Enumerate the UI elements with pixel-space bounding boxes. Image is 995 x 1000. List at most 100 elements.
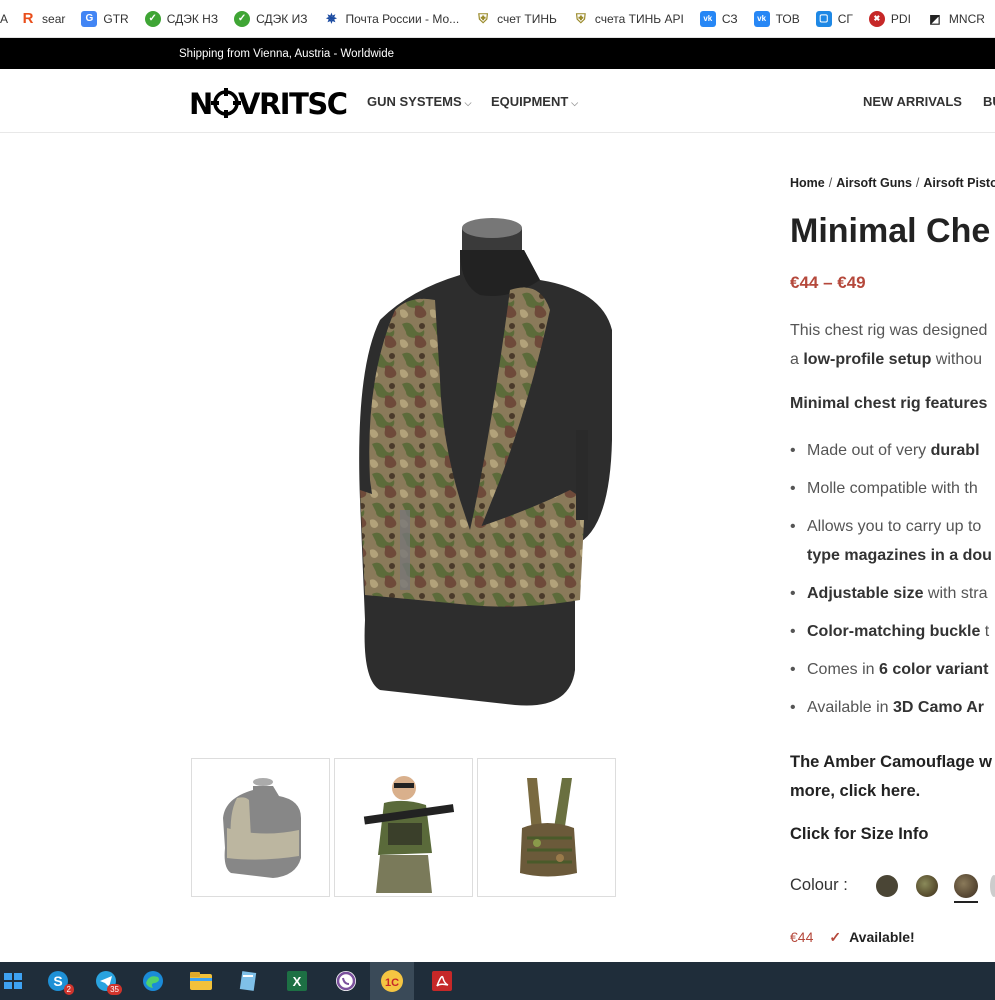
selected-swatch-indicator xyxy=(954,901,978,903)
nav-label: BU xyxy=(983,94,995,109)
colour-swatch-olive[interactable] xyxy=(876,875,898,897)
site-header: N VRITSCH GUN SYSTEMS⌵ EQUIPMENT⌵ NEW AR… xyxy=(0,69,995,133)
nav-label: NEW ARRIVALS xyxy=(863,94,962,109)
nav-label: GUN SYSTEMS xyxy=(367,94,462,109)
bookmark-cdek-iz[interactable]: ✓ СДЭК ИЗ xyxy=(234,10,308,27)
colour-swatch-camo[interactable] xyxy=(916,875,938,897)
bookmark-label: счета ТИНЬ API xyxy=(594,11,684,26)
description-line-1: This chest rig was designed xyxy=(790,322,988,339)
vk-icon: vk xyxy=(753,10,770,27)
mncr-icon: ◩ xyxy=(929,11,941,26)
nav-equipment[interactable]: EQUIPMENT ⌵ xyxy=(491,94,578,109)
product-thumbnail-2[interactable] xyxy=(334,758,473,897)
bookmark-pdi[interactable]: ✖ PDI xyxy=(868,10,911,27)
file-explorer-icon[interactable] xyxy=(187,967,215,995)
bookmark-tinkoff-api[interactable]: ⛨ счета ТИНЬ API xyxy=(573,11,684,27)
product-title: Minimal Che xyxy=(790,212,991,250)
bookmarks-bar: A R sear G GTR ✓ СДЭК НЗ ✓ СДЭК ИЗ ✵ Поч… xyxy=(0,0,995,38)
telegram-icon[interactable]: 35 xyxy=(92,967,122,995)
mannequin-chest-rig-image xyxy=(359,218,612,706)
bookmark-label: sear xyxy=(42,11,66,26)
amber-camo-note: The Amber Camouflage w more, click here. xyxy=(790,748,992,806)
nav-gun-systems[interactable]: GUN SYSTEMS ⌵ xyxy=(367,94,471,109)
feature-item-continuation: type magazines in a dou xyxy=(807,547,992,564)
bookmark-label: СДЭК НЗ xyxy=(166,11,219,26)
bookmark-sz[interactable]: vk СЗ xyxy=(699,10,738,27)
bookmark-label: СДЭК ИЗ xyxy=(256,11,308,26)
bookmark-label: Почта России - Мо... xyxy=(345,11,460,26)
r-logo-icon: R xyxy=(22,10,34,27)
breadcrumb: Home / Airsoft Guns / Airsoft Pisto xyxy=(790,176,995,190)
bookmark-sear[interactable]: R sear xyxy=(20,10,66,27)
breadcrumb-airsoft-guns[interactable]: Airsoft Guns xyxy=(836,176,912,190)
bookmark-label: СГ xyxy=(837,11,853,26)
product-price: €44 – €49 xyxy=(790,273,866,292)
availability-status: Available! xyxy=(849,929,915,945)
viber-icon[interactable] xyxy=(332,967,360,995)
chevron-down-icon: ⌵ xyxy=(571,98,579,108)
product-description: This chest rig was designed a low-profil… xyxy=(790,316,987,374)
amber-click-here-link[interactable]: more, click here. xyxy=(790,777,992,806)
bookmark-mncr[interactable]: ◩ MNCR xyxy=(927,11,985,27)
size-info-link[interactable]: Click for Size Info xyxy=(790,825,928,844)
product-thumbnail-1[interactable] xyxy=(191,758,330,897)
product-thumbnail-3[interactable] xyxy=(477,758,616,897)
pdi-icon: ✖ xyxy=(868,10,885,27)
1c-app-icon[interactable]: 1С xyxy=(370,962,414,1000)
bookmark-label: A xyxy=(0,11,9,26)
svg-text:X: X xyxy=(293,974,302,989)
bookmark-sg[interactable]: ▢ СГ xyxy=(815,10,853,27)
windows-taskbar: S 2 35 X 1С xyxy=(0,962,995,1000)
colour-label: Colour : xyxy=(790,876,848,894)
logo-wordmark: N VRITSCH xyxy=(189,87,371,121)
skype-icon[interactable]: S 2 xyxy=(44,967,74,995)
colour-swatch-more[interactable] xyxy=(990,875,995,897)
product-main-image[interactable] xyxy=(340,200,630,710)
shipping-banner: Shipping from Vienna, Austria - Worldwid… xyxy=(0,38,995,69)
breadcrumb-airsoft-pistols[interactable]: Airsoft Pisto xyxy=(923,176,995,190)
nav-bu[interactable]: BU xyxy=(983,94,995,109)
vk-icon: vk xyxy=(699,10,716,27)
novritsch-logo[interactable]: N VRITSCH xyxy=(189,86,371,128)
translate-icon: G xyxy=(81,10,98,27)
shipping-text: Shipping from Vienna, Austria - Worldwid… xyxy=(179,47,394,60)
notepad-icon[interactable] xyxy=(234,967,262,995)
bookmark-label: MNCR xyxy=(948,11,985,26)
description-line-2: a low-profile setup withou xyxy=(790,351,983,368)
nav-new-arrivals[interactable]: NEW ARRIVALS xyxy=(863,94,962,109)
bookmark-label: GTR xyxy=(103,11,129,26)
bookmark-russian-post[interactable]: ✵ Почта России - Мо... xyxy=(323,11,459,27)
nav-label: EQUIPMENT xyxy=(491,94,569,109)
excel-icon[interactable]: X xyxy=(283,967,311,995)
chevron-down-icon: ⌵ xyxy=(464,98,472,108)
svg-text:N: N xyxy=(189,87,212,120)
bookmark-a[interactable]: A xyxy=(0,12,8,26)
start-menu-icon[interactable] xyxy=(0,967,28,995)
edge-browser-icon[interactable] xyxy=(139,967,167,995)
svg-text:S: S xyxy=(53,973,62,989)
cdek-icon: ✓ xyxy=(234,10,251,27)
bookmark-tinkoff[interactable]: ⛨ счет ТИНЬ xyxy=(475,11,557,27)
acrobat-icon[interactable] xyxy=(428,967,456,995)
thumbnail-soldier-image xyxy=(363,775,454,893)
breadcrumb-separator: / xyxy=(828,176,833,190)
skype-badge: 2 xyxy=(63,984,74,995)
bookmark-cdek-nz[interactable]: ✓ СДЭК НЗ xyxy=(144,10,219,27)
bookmark-label: PDI xyxy=(890,11,911,26)
bookmark-tov[interactable]: vk ТОВ xyxy=(753,10,800,27)
bookmark-gtr[interactable]: G GTR xyxy=(81,10,129,27)
cdek-icon: ✓ xyxy=(144,10,161,27)
colour-swatch-amber-camo[interactable] xyxy=(954,874,978,898)
availability-row: €44 ✓ Available! xyxy=(790,929,915,946)
bookmark-label: ТОВ xyxy=(775,11,800,26)
description-bold: low-profile setup xyxy=(803,351,932,368)
tinkoff-icon: ⛨ xyxy=(575,10,586,26)
svg-text:1С: 1С xyxy=(385,977,399,989)
blue-square-icon: ▢ xyxy=(815,10,832,27)
breadcrumb-home[interactable]: Home xyxy=(790,176,825,190)
thumbnail-rig-image xyxy=(519,777,577,876)
breadcrumb-separator: / xyxy=(915,176,920,190)
thumbnail-mannequin-image xyxy=(222,777,301,878)
variant-price: €44 xyxy=(790,929,814,945)
amber-line-1: The Amber Camouflage w xyxy=(790,753,993,771)
